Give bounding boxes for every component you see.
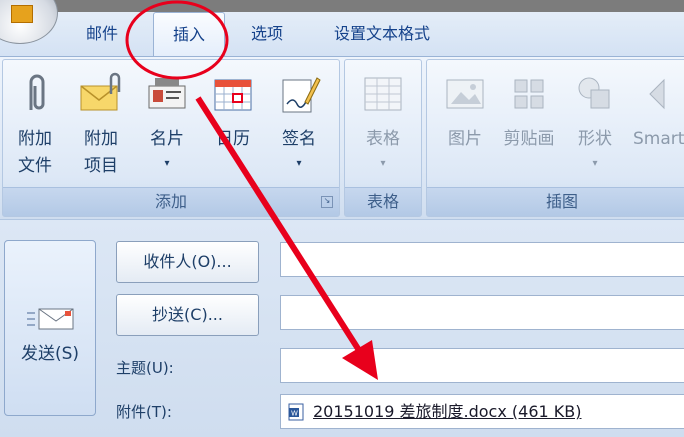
to-button[interactable]: 收件人(O)... xyxy=(116,241,259,283)
subject-label: 主题(U): xyxy=(116,359,174,377)
business-card-button[interactable]: 名片 ▾ xyxy=(137,66,197,184)
smartart-icon xyxy=(649,78,665,110)
send-envelope-icon xyxy=(27,308,74,330)
attachment-field[interactable]: W 20151019 差旅制度.docx (461 KB) xyxy=(280,394,684,429)
ribbon-tab-bar: 邮件 插入 选项 设置文本格式 xyxy=(0,0,684,57)
office-logo-icon xyxy=(11,5,33,23)
signature-icon xyxy=(282,77,321,113)
table-icon xyxy=(364,77,402,111)
tab-insert[interactable]: 插入 xyxy=(153,12,225,57)
chevron-down-icon: ▾ xyxy=(592,158,598,169)
signature-label: 签名 xyxy=(282,129,316,149)
calendar-button[interactable]: 日历 xyxy=(203,66,263,184)
message-header-area: 发送(S) 收件人(O)... 抄送(C)... 主题(U): 附件(T): W… xyxy=(0,219,684,437)
picture-label: 图片 xyxy=(448,129,482,149)
cc-field[interactable] xyxy=(280,295,684,330)
svg-text:W: W xyxy=(291,410,298,418)
cc-button[interactable]: 抄送(C)... xyxy=(116,294,259,336)
attach-file-button[interactable]: 附加 文件 xyxy=(5,66,65,184)
attach-item-label: 附加 项目 xyxy=(84,129,118,176)
picture-button[interactable]: 图片 xyxy=(435,66,495,184)
attach-file-label: 附加 文件 xyxy=(18,129,52,176)
group-illustrations-label: 插图 xyxy=(427,187,684,216)
chevron-down-icon: ▾ xyxy=(380,158,386,169)
chevron-down-icon: ▾ xyxy=(164,158,170,169)
table-label: 表格 xyxy=(366,129,400,149)
group-table: 表格 ▾ 表格 xyxy=(344,59,422,217)
chevron-down-icon: ▾ xyxy=(296,158,302,169)
tab-format-text[interactable]: 设置文本格式 xyxy=(334,12,430,56)
clipart-icon xyxy=(514,79,544,109)
subject-field[interactable] xyxy=(280,348,684,383)
business-card-label: 名片 xyxy=(150,129,184,149)
office-button[interactable] xyxy=(0,0,58,44)
calendar-icon xyxy=(214,79,252,111)
shapes-icon xyxy=(578,77,610,109)
calendar-label: 日历 xyxy=(216,129,250,149)
group-illustrations: 图片 剪贴画 形状 ▾ Smart 插图 xyxy=(426,59,684,217)
clipart-button[interactable]: 剪贴画 xyxy=(499,66,559,184)
table-button[interactable]: 表格 ▾ xyxy=(353,66,413,184)
attachment-label: 附件(T): xyxy=(116,403,172,421)
attachment-file-link[interactable]: 20151019 差旅制度.docx (461 KB) xyxy=(313,401,582,423)
to-field[interactable] xyxy=(280,242,684,277)
paperclip-icon xyxy=(29,74,45,110)
send-button[interactable]: 发送(S) xyxy=(4,240,96,416)
word-document-icon: W xyxy=(288,403,304,421)
tab-mail[interactable]: 邮件 xyxy=(86,12,118,56)
clipart-label: 剪贴画 xyxy=(503,129,555,149)
shapes-button[interactable]: 形状 ▾ xyxy=(565,66,625,184)
shapes-label: 形状 xyxy=(578,129,612,149)
dialog-launcher-icon[interactable]: ↘ xyxy=(321,196,333,208)
signature-button[interactable]: 签名 ▾ xyxy=(269,66,329,184)
group-add-label: 添加 xyxy=(3,187,339,216)
group-table-label: 表格 xyxy=(345,187,421,216)
picture-icon xyxy=(446,79,484,109)
smartart-label: Smart xyxy=(633,129,684,149)
smartart-button[interactable]: Smart xyxy=(627,66,684,184)
business-card-icon xyxy=(148,78,186,109)
envelope-attach-icon xyxy=(80,72,121,111)
outlook-message-window: 邮件 插入 选项 设置文本格式 附加 文件 附加 项目 名片 ▾ 日历 签名 ▾… xyxy=(0,0,684,437)
send-label: 发送(S) xyxy=(20,344,80,364)
tab-options[interactable]: 选项 xyxy=(251,12,283,56)
ribbon: 附加 文件 附加 项目 名片 ▾ 日历 签名 ▾ 添加 ↘ 表格 ▾ 表格 图片… xyxy=(0,56,684,220)
group-add: 附加 文件 附加 项目 名片 ▾ 日历 签名 ▾ 添加 ↘ xyxy=(2,59,340,217)
attach-item-button[interactable]: 附加 项目 xyxy=(71,66,131,184)
title-bar-strip xyxy=(0,0,684,12)
